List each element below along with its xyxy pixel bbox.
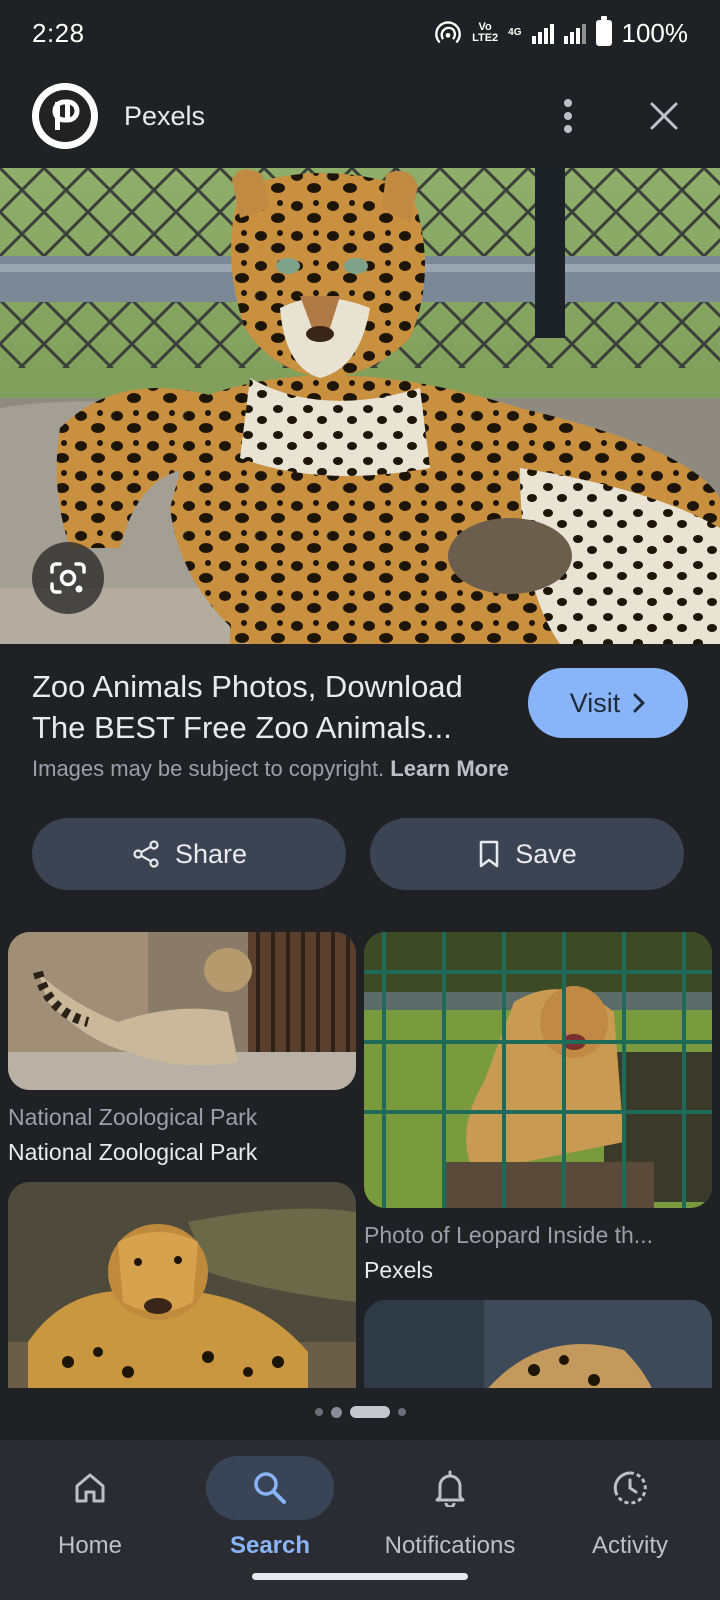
nav-search-label: Search [229,1532,311,1559]
battery-icon [595,16,612,46]
related-card[interactable] [8,1182,356,1388]
page-dot [314,1408,323,1416]
signal-1-icon [531,22,554,44]
status-time: 2:28 [32,17,85,48]
bookmark-icon [479,840,499,868]
nav-home-label: Home [57,1532,123,1559]
google-lens-icon[interactable] [32,542,104,614]
related-thumbnail[interactable] [8,932,356,1090]
visit-label: Visit [569,687,621,718]
related-thumbnail[interactable] [364,1300,712,1388]
related-source: National Zoological Park [8,1139,258,1165]
share-icon [133,840,159,868]
nav-activity[interactable]: Activity [540,1448,720,1578]
nav-search[interactable]: Search [180,1448,360,1578]
page-dot [397,1408,406,1416]
pexels-logo-icon[interactable] [32,83,98,149]
share-button[interactable]: Share [32,818,346,890]
history-icon [613,1471,647,1505]
page-indicator [0,1406,720,1418]
save-label: Save [515,838,577,869]
related-caption: National Zoological Park [8,1104,258,1130]
signal-2-icon [563,22,586,44]
related-card[interactable]: Photo of Leopard Inside th... Pexels [364,932,712,1284]
related-thumbnail[interactable] [364,932,712,1208]
save-button[interactable]: Save [370,818,684,890]
related-images-grid: National Zoological Park National Zoolog… [0,930,720,1388]
page-dot-active [349,1406,390,1418]
share-label: Share [174,838,248,869]
more-vert-icon[interactable] [544,92,592,140]
related-caption: Photo of Leopard Inside th... [364,1222,653,1248]
page-dot [330,1406,342,1418]
nav-home[interactable]: Home [0,1448,180,1578]
source-title: Pexels [124,100,206,131]
chevron-right-icon [633,693,645,713]
related-thumbnail[interactable] [8,1182,356,1388]
visit-button[interactable]: Visit [528,668,688,738]
status-icons: Vo LTE2 4G 100% [434,16,689,49]
result-title[interactable]: Zoo Animals Photos, Download The BEST Fr… [32,666,512,748]
related-card[interactable] [364,1300,712,1388]
nav-notifications-label: Notifications [384,1532,516,1559]
related-card[interactable]: National Zoological Park National Zoolog… [8,932,356,1166]
hotspot-icon [435,21,461,44]
search-icon [254,1472,286,1504]
copyright-notice: Images may be subject to copyright. Lear… [32,756,509,782]
nav-activity-label: Activity [591,1532,668,1559]
home-icon [75,1473,105,1503]
network-type-icon: 4G [508,27,522,38]
close-icon[interactable] [640,92,688,140]
bell-icon [435,1470,465,1507]
related-source: Pexels [364,1257,434,1283]
source-header: Pexels [0,74,720,158]
battery-percent: 100% [621,17,689,48]
gesture-bar[interactable] [252,1573,468,1580]
copyright-text: Images may be subject to copyright. [32,756,385,781]
main-image[interactable] [0,168,720,644]
status-bar: 2:28 Vo LTE2 4G 100% [0,0,720,66]
volte-badge: Vo LTE2 [472,21,499,44]
nav-notifications[interactable]: Notifications [360,1448,540,1578]
learn-more-link[interactable]: Learn More [390,756,509,781]
